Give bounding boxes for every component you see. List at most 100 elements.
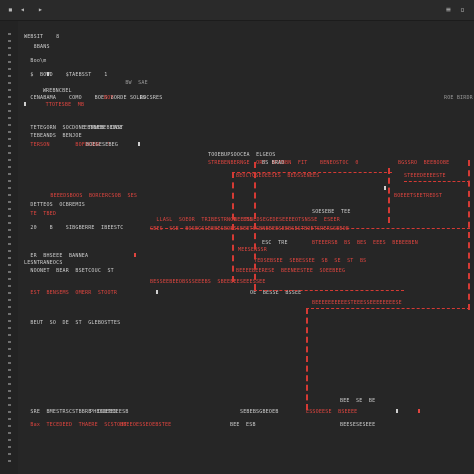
code-text: BEEEEEEEEEESTEEESSEEEEEEEESE [312,300,402,306]
connector-line [404,181,470,182]
code-text: ROCSRES [140,95,163,101]
code-text: LESNTRANEOCS [24,260,63,266]
line-number-mark [8,425,11,427]
line-number-mark [8,411,11,413]
code-text: EEEEEBEBEEDE [84,125,123,131]
line-number-mark [8,187,11,189]
line-number-mark [8,201,11,203]
line-number-mark [8,404,11,406]
code-line: EST BENSEMS OMERR STOOTR [24,290,118,296]
code-text: BESSEEBEEOBSSSEEEBS SBEEEEESEEESSEE [150,279,266,285]
code-line: TOOEBUPSOOCEA ELGEOS [208,152,276,158]
line-number-mark [8,355,11,357]
connector-line [232,172,234,282]
code-text: GEES SSE BOSECSSEEBESBOESSEEETSGBNEEEESE… [150,226,350,232]
code-line: WREBNCBEL [30,88,72,94]
line-number-mark [8,61,11,63]
code-text: TEDSEBSEE SEBESSEE SB SE ST BS [254,258,367,264]
line-number-mark [8,89,11,91]
code-text: BEE SE BE [340,398,376,404]
line-number-mark [8,306,11,308]
code-line: ER BHSEEE BANNEA [24,253,89,259]
line-number-mark [8,166,11,168]
connector-line [150,228,470,229]
line-number-mark [8,208,11,210]
line-number-mark [8,257,11,259]
line-number-mark [8,145,11,147]
connector-line [468,160,470,310]
code-text: STEEEDEEEESTE [404,173,446,179]
close-icon[interactable]: ▪ [8,6,13,14]
code-text: BTEEERSB BS BES EEES BEBEEBEN [312,240,418,246]
line-number-mark [8,110,11,112]
line-number-mark [8,124,11,126]
forward-icon[interactable]: ▸ [38,6,43,14]
code-text: ESC TRE [262,240,288,246]
code-text: BEOCTCSEOEESES BEDSSENEES [236,173,320,179]
cursor-mark [384,186,386,190]
code-line: BEEEDSBOOS BORCERCSOB SES [44,193,138,199]
line-number-mark [8,250,11,252]
code-line: NOONET BEAR BSETCOUC ST [24,268,114,274]
code-text: BENEOSTOC 0 [320,160,359,166]
code-text: BOEEETSEETREDST [394,193,443,199]
code-line: BW SAE [90,80,148,86]
code-line: 8BANS [24,44,50,50]
line-number-mark [8,82,11,84]
line-number-mark [8,180,11,182]
line-number-mark [8,75,11,77]
connector-line [306,308,308,410]
line-number-mark [8,271,11,273]
code-text: ROE BIRDR [444,95,473,101]
line-number-mark [8,446,11,448]
code-line: Boo\m [24,58,47,64]
line-number-mark [8,460,11,462]
line-number-mark [8,138,11,140]
line-number-mark [8,292,11,294]
line-number-mark [8,397,11,399]
line-number-mark [8,68,11,70]
cursor-mark [24,102,26,106]
cursor-mark [47,72,49,76]
line-number-mark [8,313,11,315]
code-line: $ BOWD $TAEBSST 1 [24,72,108,78]
line-number-mark [8,54,11,56]
cursor-mark [134,253,136,257]
code-text: PHESSEEOEESB [90,409,129,415]
line-gutter [0,21,18,474]
line-number-mark [8,103,11,105]
line-number-mark [8,334,11,336]
line-number-mark [8,236,11,238]
connector-line [388,168,390,223]
back-icon[interactable]: ◂ [20,6,25,14]
line-number-mark [8,222,11,224]
line-number-mark [8,383,11,385]
code-text: SOESEBE TEE [312,209,351,215]
line-number-mark [8,173,11,175]
window-icon[interactable]: ▫ [460,6,465,14]
code-text: BEESESESEEE [340,422,376,428]
line-number-mark [8,390,11,392]
code-line: Bax TECEDEED THAERE SCSTOHT [24,422,127,428]
code-line: BEUT SO DE ST GLEBOSTTES [24,320,121,326]
line-number-mark [8,117,11,119]
line-number-mark [8,47,11,49]
code-text: BGSSRO BEEBOOBE [398,160,450,166]
code-line: CENABAMA COMO BOES BORDE SOLDS [24,95,146,101]
code-text: BOEGESEBEG [86,142,119,148]
line-number-mark [8,194,11,196]
line-number-mark [8,152,11,154]
connector-line [232,172,392,173]
menu-icon[interactable]: ≡ [446,6,451,14]
line-number-mark [8,432,11,434]
line-number-mark [8,348,11,350]
code-text: BBEEOESSEOEBSTEE [120,422,172,428]
line-number-mark [8,299,11,301]
code-line: TEBEANDS BENJOE [24,133,82,139]
cursor-mark [156,290,158,294]
line-number-mark [8,341,11,343]
code-text: BEETSBEDSEGEDESEEEEOTSNSSE ESEER [234,217,340,223]
line-number-mark [8,96,11,98]
code-text: ESSOEESE BSEEEE [306,409,358,415]
line-number-mark [8,320,11,322]
